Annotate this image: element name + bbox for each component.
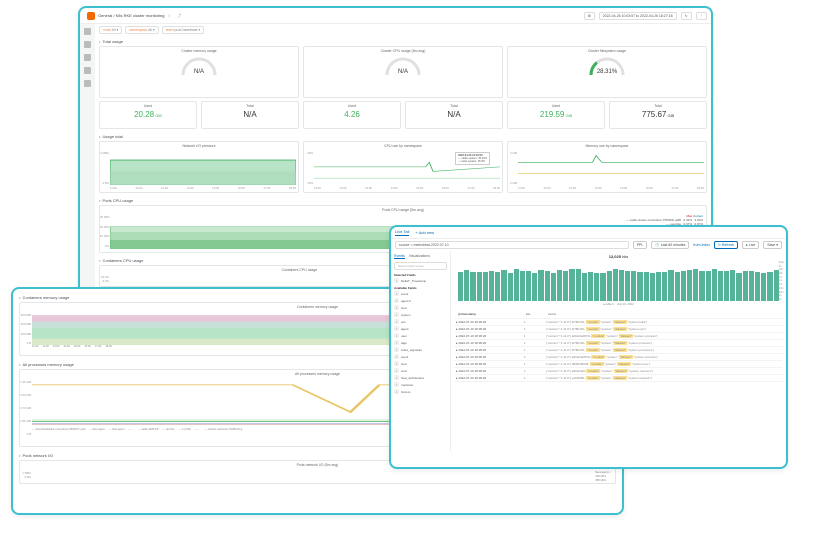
add-panel-button[interactable]: ⊞ bbox=[584, 12, 595, 20]
grafana-breadcrumb[interactable]: General / K8s RKE cluster monitoring bbox=[98, 13, 164, 18]
share-icon[interactable]: ⤴ bbox=[177, 13, 181, 19]
col-timestamp[interactable]: @timestamp bbox=[456, 311, 524, 317]
table-row[interactable]: ▸ 2022-07-10 18:36:201{"version":"1.11.0… bbox=[454, 347, 783, 354]
col-km[interactable]: km bbox=[524, 311, 546, 317]
query-input[interactable]: source = metricbeat-2022.07.10 bbox=[395, 241, 629, 249]
events-table: @timestamp km event ▸ 2022-07-10 18:36:2… bbox=[454, 310, 783, 382]
table-row[interactable]: ▸ 2022-07-10 18:36:201{"version":"1.11.0… bbox=[454, 361, 783, 368]
refresh-button[interactable]: ↻ Refresh bbox=[714, 241, 738, 249]
field-item[interactable]: host bbox=[394, 360, 447, 367]
kibana-query-bar: source = metricbeat-2022.07.10 PPL 🕘 Las… bbox=[391, 239, 786, 251]
grafana-varbar: node All ▾namespace All ▾team prod-heart… bbox=[99, 26, 707, 34]
field-item[interactable]: host bbox=[394, 304, 447, 311]
field-item[interactable]: event bbox=[394, 353, 447, 360]
grafana-sidebar bbox=[80, 24, 95, 294]
grafana-header: General / K8s RKE cluster monitoring ☆ ⤴… bbox=[80, 8, 711, 24]
field-item[interactable]: event bbox=[394, 290, 447, 297]
hits-histogram[interactable] bbox=[454, 261, 783, 301]
field-item[interactable]: tags bbox=[394, 339, 447, 346]
time-range-picker[interactable]: 2022-04-26 10:03:57 to 2022-04-26 18:27:… bbox=[599, 12, 677, 20]
row-header-usage-total[interactable]: Usage total bbox=[99, 132, 707, 141]
col-event[interactable]: event bbox=[546, 311, 781, 317]
field-item[interactable]: user bbox=[394, 332, 447, 339]
field-item[interactable]: system bbox=[394, 311, 447, 318]
stat-total[interactable]: TotalN/A bbox=[201, 101, 299, 129]
kibana-card: Live Tail + Add new source = metricbeat-… bbox=[389, 225, 788, 469]
field-item[interactable]: agent bbox=[394, 325, 447, 332]
table-row[interactable]: ▸ 2022-07-10 18:36:201{"version":"1.11.0… bbox=[454, 340, 783, 347]
star-icon[interactable]: ☆ bbox=[167, 13, 171, 18]
stat-used[interactable]: Used20.28 GiB bbox=[99, 101, 197, 129]
tab-live-tail[interactable]: Live Tail bbox=[395, 229, 409, 236]
var-node[interactable]: node All ▾ bbox=[99, 26, 122, 34]
alerting-icon[interactable] bbox=[84, 80, 91, 87]
table-row[interactable]: ▸ 2022-07-10 18:36:201{"version":"1.11.0… bbox=[454, 326, 783, 333]
kibana-fields-sidebar: Events Visualizations Search field names… bbox=[391, 251, 451, 451]
field-item[interactable]: host_architecture bbox=[394, 374, 447, 381]
gauge-panel[interactable]: Cluster memory usageN/A bbox=[99, 46, 299, 98]
stat-total[interactable]: Total775.67 GiB bbox=[609, 101, 707, 129]
kibana-tabs-bar: Live Tail + Add new bbox=[391, 227, 786, 239]
field-item[interactable]: index_signature bbox=[394, 346, 447, 353]
stat-used[interactable]: Used4.26 bbox=[303, 101, 401, 129]
grafana-logo-icon[interactable] bbox=[87, 12, 95, 20]
search-icon[interactable] bbox=[84, 28, 91, 35]
field-item[interactable]: agent.h bbox=[394, 297, 447, 304]
add-tab-link[interactable]: + Add new bbox=[415, 230, 434, 235]
dashboards-icon[interactable] bbox=[84, 54, 91, 61]
field-item[interactable]: error bbox=[394, 367, 447, 374]
search-fields-input[interactable]: Search field names bbox=[394, 262, 447, 270]
row-header-pods-cpu[interactable]: Pods CPU usage bbox=[99, 196, 707, 205]
table-row[interactable]: ▸ 2022-07-10 18:36:201{"version":"1.11.0… bbox=[454, 333, 783, 340]
gauge-panel[interactable]: Cluster CPU usage (5m avg)N/A bbox=[303, 46, 503, 98]
field-item[interactable]: host.os bbox=[394, 388, 447, 395]
live-button[interactable]: ▸ Live bbox=[742, 241, 759, 249]
stat-used[interactable]: Used219.59 GiB bbox=[507, 101, 605, 129]
explore-icon[interactable] bbox=[84, 67, 91, 74]
table-row[interactable]: ▸ 2022-07-10 18:36:201{"version":"1.11.0… bbox=[454, 354, 783, 361]
table-row[interactable]: ▸ 2022-07-10 18:36:201{"version":"1.11.0… bbox=[454, 368, 783, 375]
tab-events[interactable]: Events bbox=[394, 254, 405, 259]
var-team[interactable]: team prod-heartbeat ▾ bbox=[162, 26, 204, 34]
row-header-total[interactable]: Total usage bbox=[99, 37, 707, 46]
var-namespace[interactable]: namespace All ▾ bbox=[125, 26, 159, 34]
lang-select[interactable]: PPL bbox=[633, 241, 648, 249]
field-item[interactable]: DeltaT_Timestamp bbox=[394, 277, 447, 284]
field-item[interactable]: metricset bbox=[394, 381, 447, 388]
plus-icon[interactable] bbox=[84, 41, 91, 48]
panel-title: Pods CPU usage (5m avg) bbox=[102, 208, 704, 212]
hits-count: 13,025 hits bbox=[454, 254, 783, 259]
table-row[interactable]: ▸ 2022-07-10 18:36:201{"version":"1.11.0… bbox=[454, 375, 783, 382]
stat-total[interactable]: TotalN/A bbox=[405, 101, 503, 129]
table-row[interactable]: ▸ 2022-07-10 18:36:201{"version":"1.11.0… bbox=[454, 319, 783, 326]
tab-visualizations[interactable]: Visualizations bbox=[409, 254, 430, 259]
usage-chart[interactable]: CPU use by namespace60%40%11:0012:0013:0… bbox=[303, 141, 503, 193]
time-picker[interactable]: 🕘 Last 60 minutes bbox=[651, 241, 689, 249]
gauge-panel[interactable]: Cluster filesystem usage28.31% bbox=[507, 46, 707, 98]
from-index-link[interactable]: from-index bbox=[693, 243, 710, 247]
field-item[interactable]: ecs bbox=[394, 318, 447, 325]
save-button[interactable]: Save ▾ bbox=[763, 241, 782, 249]
usage-chart[interactable]: Network I/O pressure2 MB/s0 B/s11:0012:0… bbox=[99, 141, 299, 193]
histogram-xlabel: ▸ table 0 July 10, 2022 bbox=[454, 302, 783, 306]
settings-button[interactable]: ⋮ bbox=[696, 12, 708, 20]
usage-chart[interactable]: Memory use by namespace4 GiB2 GiB11:0012… bbox=[507, 141, 707, 193]
refresh-button[interactable]: ↻ bbox=[681, 12, 692, 20]
